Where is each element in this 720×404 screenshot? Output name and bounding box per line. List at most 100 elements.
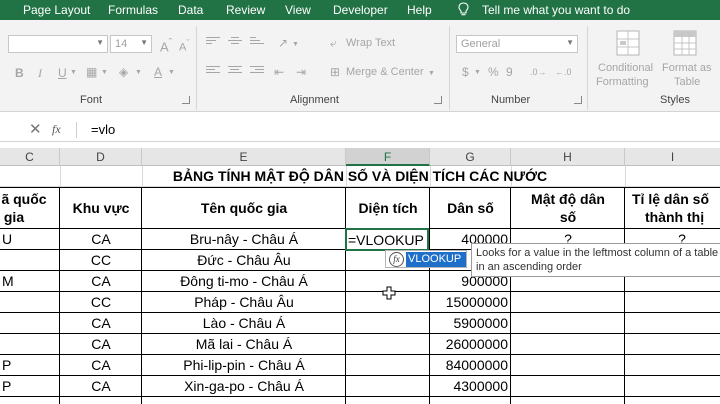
cell-region[interactable]: CA: [60, 355, 142, 375]
align-right-icon[interactable]: [250, 66, 264, 78]
align-center-icon[interactable]: [228, 66, 242, 78]
merge-center-icon[interactable]: ⊞: [330, 65, 340, 79]
cell-country-name[interactable]: Đông ti-mo - Châu Á: [142, 271, 346, 291]
ribbon-panel: ▼ 14 ▼ Aˆ Aˇ B I U ▼ ▦ ▼ ◈ ▼ A ▼ Font ↗ ▼…: [0, 20, 720, 112]
cell-region[interactable]: CA: [60, 376, 142, 396]
chevron-down-icon[interactable]: ▼: [135, 66, 142, 80]
align-bottom-icon[interactable]: [250, 37, 264, 49]
formula-input[interactable]: =vlo: [91, 122, 115, 137]
insert-function-icon[interactable]: fx: [52, 122, 61, 137]
lightbulb-icon: [458, 2, 469, 16]
cell-population[interactable]: 26000000: [430, 334, 508, 354]
decrease-font-icon[interactable]: Aˇ: [179, 38, 189, 54]
underline-icon[interactable]: U: [58, 66, 67, 80]
font-color-icon[interactable]: A: [154, 65, 162, 79]
function-autocomplete[interactable]: fx VLOOKUP: [385, 250, 467, 268]
bold-icon[interactable]: B: [15, 66, 24, 80]
cell-region[interactable]: CA: [60, 271, 142, 291]
chevron-down-icon[interactable]: ▼: [101, 66, 108, 80]
cell-country-name[interactable]: Lào - Châu Á: [142, 313, 346, 333]
borders-icon[interactable]: ▦: [86, 65, 97, 79]
tab-data[interactable]: Data: [178, 3, 203, 17]
cell-country-name[interactable]: Phi-lip-pin - Châu Á: [142, 355, 346, 375]
cell-population[interactable]: 15000000: [430, 292, 508, 312]
format-as-table-icon[interactable]: [670, 28, 700, 58]
percent-style-icon[interactable]: %: [488, 65, 499, 79]
cell-country-code[interactable]: P: [2, 376, 11, 396]
conditional-formatting-icon[interactable]: [613, 28, 643, 58]
increase-font-icon[interactable]: Aˆ: [160, 37, 172, 54]
align-top-icon[interactable]: [206, 37, 220, 49]
wrap-text-icon[interactable]: ⤶: [330, 36, 337, 50]
tab-formulas[interactable]: Formulas: [108, 3, 158, 17]
font-name-dropdown[interactable]: ▼: [8, 35, 108, 53]
autocomplete-item-vlookup[interactable]: VLOOKUP: [406, 252, 466, 267]
cell-country-code[interactable]: P: [2, 355, 11, 375]
cell-region[interactable]: CA: [60, 229, 142, 249]
conditional-formatting-label-1[interactable]: Conditional: [598, 62, 653, 74]
tab-review[interactable]: Review: [226, 3, 265, 17]
number-dialog-launcher-icon[interactable]: [574, 96, 582, 104]
font-dialog-launcher-icon[interactable]: [182, 96, 190, 104]
column-header-g[interactable]: G: [430, 148, 511, 166]
cell-country-name[interactable]: Bru-nây - Châu Á: [142, 229, 346, 249]
cell-population[interactable]: 84000000: [430, 355, 508, 375]
cell-country-code[interactable]: M: [2, 271, 14, 291]
name-box[interactable]: [0, 118, 8, 142]
worksheet-grid[interactable]: BẢNG TÍNH MẬT ĐỘ DÂN SỐ VÀ DIỆN TÍCH CÁC…: [0, 166, 720, 404]
align-left-icon[interactable]: [206, 66, 220, 78]
column-header-e[interactable]: E: [142, 148, 346, 166]
italic-icon[interactable]: I: [38, 66, 42, 80]
active-cell[interactable]: =VLOOKUP: [345, 228, 429, 251]
column-header-c[interactable]: C: [0, 148, 60, 166]
column-header-d[interactable]: D: [60, 148, 142, 166]
font-size-dropdown[interactable]: 14 ▼: [110, 35, 152, 53]
group-label-alignment: Alignment: [290, 94, 339, 106]
cancel-entry-icon[interactable]: ✕: [29, 120, 42, 138]
cell-population[interactable]: 5900000: [430, 313, 508, 333]
chevron-down-icon[interactable]: ▼: [168, 66, 175, 80]
chevron-down-icon[interactable]: ▼: [474, 66, 481, 80]
cell-region[interactable]: CC: [60, 292, 142, 312]
orientation-icon[interactable]: ↗: [278, 36, 288, 50]
increase-decimal-icon[interactable]: .0→: [530, 65, 547, 79]
chevron-down-icon: ▼: [96, 38, 104, 47]
cell-region[interactable]: CA: [60, 313, 142, 333]
wrap-text-button[interactable]: Wrap Text: [346, 37, 395, 49]
cell-country-name[interactable]: Xin-ga-po - Châu Á: [142, 376, 346, 396]
increase-indent-icon[interactable]: ⇥: [296, 65, 306, 79]
group-label-number: Number: [491, 94, 531, 106]
column-header-h[interactable]: H: [511, 148, 625, 166]
cell-country-name[interactable]: Pháp - Châu Âu: [142, 292, 346, 312]
tab-view[interactable]: View: [285, 3, 311, 17]
cell-country-name[interactable]: Mã lai - Châu Á: [142, 334, 346, 354]
cell-region[interactable]: CC: [60, 250, 142, 270]
column-header-i[interactable]: I: [625, 148, 720, 166]
tab-page-layout[interactable]: Page Layout: [23, 3, 90, 17]
cell-region[interactable]: CA: [60, 334, 142, 354]
fill-color-icon[interactable]: ◈: [119, 65, 128, 79]
chevron-down-icon[interactable]: ▼: [70, 66, 77, 80]
align-middle-icon[interactable]: [228, 37, 242, 49]
format-as-table-label-1[interactable]: Format as: [662, 62, 712, 74]
alignment-dialog-launcher-icon[interactable]: [434, 96, 442, 104]
decrease-decimal-icon[interactable]: ←.0: [555, 65, 572, 79]
comma-style-icon[interactable]: 9: [506, 65, 513, 79]
chevron-down-icon[interactable]: ▼: [566, 38, 574, 47]
tab-developer[interactable]: Developer: [333, 3, 388, 17]
column-header-f[interactable]: F: [346, 148, 430, 166]
chevron-down-icon[interactable]: ▼: [428, 67, 435, 81]
merge-center-button[interactable]: Merge & Center: [346, 66, 424, 78]
conditional-formatting-label-2[interactable]: Formatting: [596, 76, 649, 88]
tell-me-search[interactable]: Tell me what you want to do: [482, 3, 630, 17]
decrease-indent-icon[interactable]: ⇤: [274, 65, 284, 79]
cell-country-name[interactable]: Đức - Châu Âu: [142, 250, 346, 270]
cell-country-code[interactable]: U: [2, 229, 12, 249]
chevron-down-icon[interactable]: ▼: [292, 38, 299, 52]
cell-population[interactable]: 4300000: [430, 376, 508, 396]
format-as-table-label-2[interactable]: Table: [674, 76, 700, 88]
tab-help[interactable]: Help: [407, 3, 432, 17]
active-cell-formula[interactable]: =VLOOKUP: [348, 230, 424, 250]
accounting-format-icon[interactable]: $: [462, 65, 469, 79]
number-format-dropdown[interactable]: General ▼: [456, 35, 578, 53]
